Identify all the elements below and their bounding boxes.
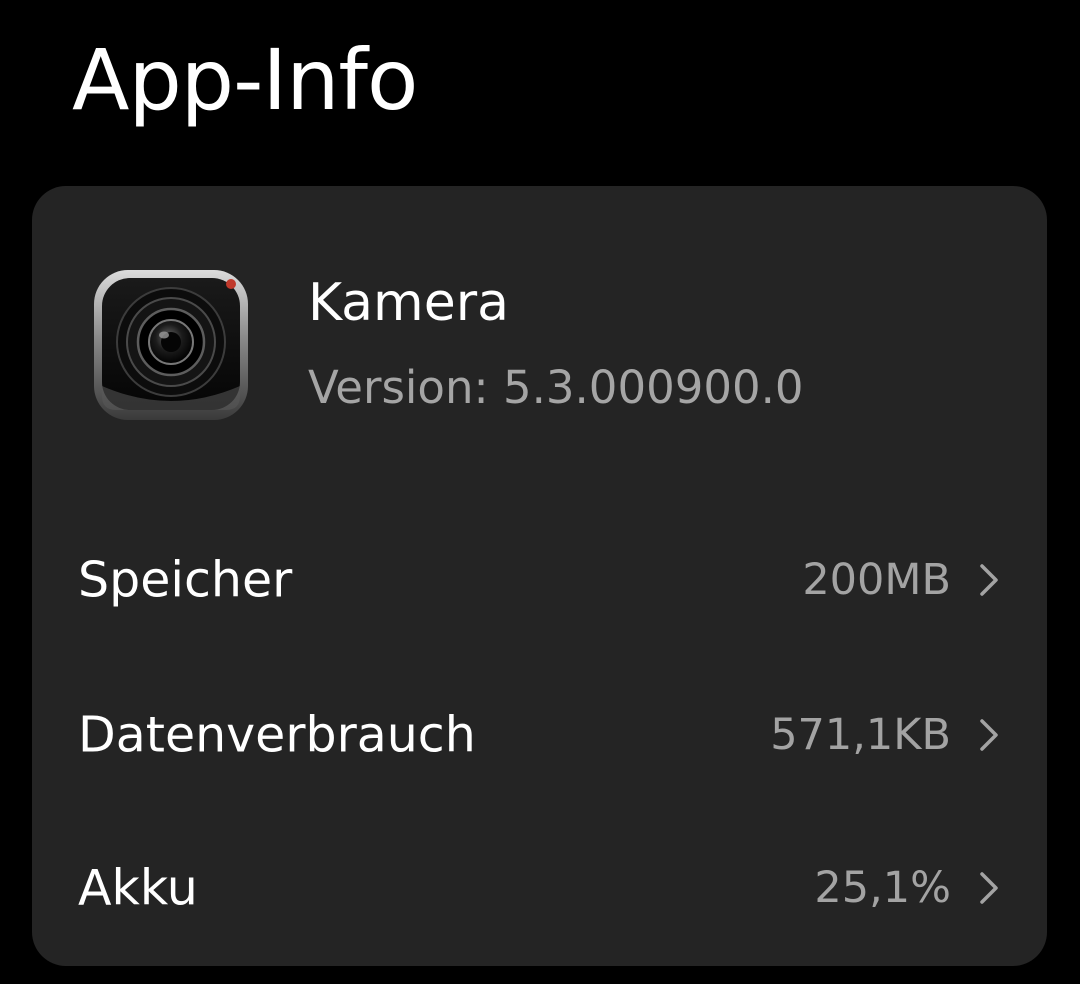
chevron-right-icon [980,719,998,751]
page-title: App-Info [72,31,418,129]
app-header: Kamera Version: 5.3.000900.0 [92,266,992,426]
app-info-screen: App-Info Kamera Version: 5.3.000900.0 Sp… [0,0,1080,984]
app-version: Version: 5.3.000900.0 [308,361,804,414]
app-info-card: Kamera Version: 5.3.000900.0 Speicher 20… [32,186,1047,966]
chevron-right-icon [980,872,998,904]
data-usage-row[interactable]: Datenverbrauch 571,1KB [32,670,1047,800]
battery-row[interactable]: Akku 25,1% [32,823,1047,953]
data-usage-value: 571,1KB [770,710,951,760]
storage-value: 200MB [802,555,951,605]
data-usage-label: Datenverbrauch [78,706,476,764]
storage-label: Speicher [78,551,293,609]
app-name: Kamera [308,273,509,333]
battery-label: Akku [78,859,198,917]
storage-row[interactable]: Speicher 200MB [32,515,1047,645]
chevron-right-icon [980,564,998,596]
camera-lens-icon [92,266,250,422]
battery-value: 25,1% [814,863,951,913]
